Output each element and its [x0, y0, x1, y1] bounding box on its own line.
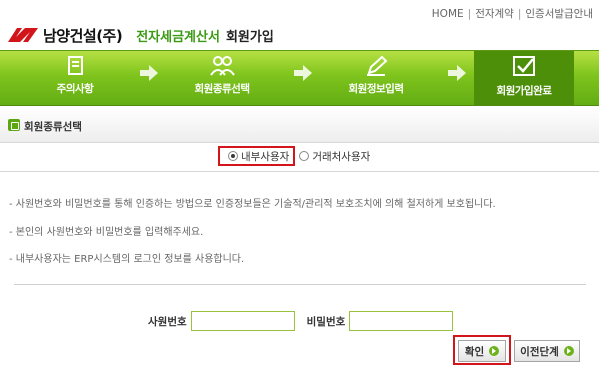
top-nav: HOME | 전자계약 | 인증서발급안내 [432, 6, 593, 21]
users-icon [210, 56, 235, 76]
step-label: 회원종류선택 [194, 83, 250, 95]
radio-label: 거래처사용자 [312, 150, 371, 163]
nav-econtract-link[interactable]: 전자계약 [475, 8, 514, 20]
confirm-button[interactable]: 확인 [458, 340, 506, 362]
radio-button[interactable] [228, 151, 238, 161]
radio-label: 내부사용자 [241, 150, 290, 163]
radio-vendor-user[interactable]: 거래처사용자 [299, 149, 370, 164]
nav-separator: | [467, 8, 472, 20]
step-member-info: 회원정보입력 [326, 55, 426, 96]
previous-label: 이전단계 [520, 345, 559, 358]
arrow-right-icon [140, 65, 158, 81]
step-label: 회원정보입력 [348, 83, 404, 95]
divider [14, 284, 586, 285]
pencil-icon [367, 55, 388, 76]
step-member-type: 회원종류선택 [172, 55, 272, 96]
section-title: 회원종류선택 [24, 121, 82, 133]
service-name: 전자세금계산서 [136, 29, 220, 45]
step-notice: 주의사항 [25, 55, 125, 96]
confirm-label: 확인 [464, 345, 485, 358]
notice-icon [68, 56, 83, 75]
checkbox-icon [513, 56, 535, 76]
company-logo-icon [8, 28, 38, 42]
nav-certificate-guide-link[interactable]: 인증서발급안내 [525, 8, 593, 20]
company-name: 남양건설(주) [43, 26, 123, 45]
highlight-box: 확인 [453, 335, 511, 365]
section-heading: 회원종류선택 [0, 107, 599, 143]
password-label: 비밀번호 [306, 315, 346, 328]
nav-separator: | [517, 8, 522, 20]
highlight-box: 내부사용자 [218, 146, 296, 166]
radio-internal-user[interactable]: 내부사용자 [228, 149, 289, 164]
step-complete: 회원가입완료 [474, 51, 574, 105]
info-line: - 본인의 사원번호와 비밀번호를 입력해주세요. [9, 227, 204, 238]
member-type-choice: 내부사용자 거래처사용자 [218, 146, 370, 166]
signup-steps-banner: 주의사항 회원종류선택 회원정보입력 회원가입완료 [0, 50, 599, 106]
credentials-row: 사원번호 비밀번호 [148, 311, 454, 331]
auth-panel: - 사원번호와 비밀번호를 통해 인증하는 방법으로 인증정보들은 기술적/관리… [0, 171, 599, 380]
nav-home-link[interactable]: HOME [432, 8, 464, 20]
previous-step-button[interactable]: 이전단계 [514, 340, 580, 362]
go-arrow-icon [563, 346, 574, 356]
site-header: 남양건설(주) 전자세금계산서 회원가입 [8, 22, 274, 48]
info-line: - 사원번호와 비밀번호를 통해 인증하는 방법으로 인증정보들은 기술적/관리… [9, 199, 496, 210]
info-line: - 내부사용자는 ERP시스템의 로그인 정보를 사용합니다. [9, 254, 245, 265]
go-arrow-icon [489, 346, 500, 356]
arrow-right-icon [448, 65, 466, 81]
step-label: 회원가입완료 [496, 85, 552, 97]
arrow-right-icon [294, 65, 312, 81]
employee-id-label: 사원번호 [148, 315, 187, 328]
page-title: 회원가입 [225, 29, 274, 45]
password-input[interactable] [349, 311, 454, 331]
section-bullet-icon [8, 119, 20, 131]
employee-id-input[interactable] [190, 311, 295, 331]
step-label: 주의사항 [56, 83, 94, 95]
radio-button[interactable] [299, 151, 310, 161]
